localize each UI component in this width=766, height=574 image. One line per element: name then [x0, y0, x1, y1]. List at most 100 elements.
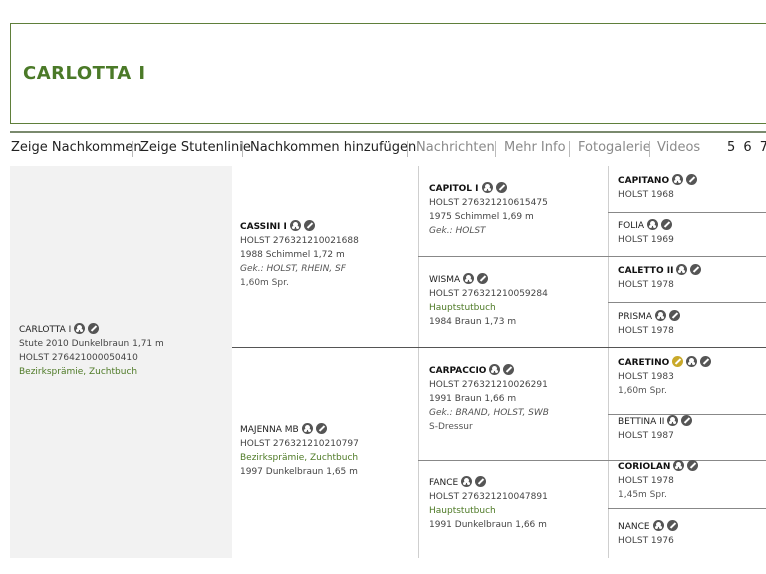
row-divider — [608, 302, 766, 303]
horse-name[interactable]: FANCE — [429, 478, 458, 488]
horse-info: HOLST 1987 — [618, 431, 674, 441]
edit-icon[interactable] — [315, 423, 327, 434]
edit-icon[interactable] — [686, 174, 698, 185]
family-icon[interactable] — [74, 323, 86, 334]
pedigree-tree: CARLOTTA I Stute 2010 Dunkelbraun 1,71 m… — [10, 166, 766, 558]
horse-status: Hauptstutbuch — [429, 303, 496, 313]
horse-name[interactable]: CARPACCIO — [429, 366, 486, 376]
horse-sport: 1,60m Spr. — [240, 278, 289, 288]
horse-entry-gg-2: FOLIA HOLST 1969 — [618, 219, 766, 247]
family-icon[interactable] — [652, 520, 664, 531]
horse-info: Stute 2010 Dunkelbraun 1,71 m — [19, 339, 164, 349]
horse-entry-gg-3: CALETTO II HOLST 1978 — [618, 264, 766, 292]
family-icon[interactable] — [676, 264, 688, 275]
edit-icon[interactable] — [666, 520, 678, 531]
tab-zeige-stutenlinie[interactable]: Zeige Stutenlinie — [140, 140, 251, 155]
tab-separator — [649, 141, 650, 157]
horse-status: Bezirksprämie, Zuchtbuch — [240, 453, 359, 463]
family-icon[interactable] — [289, 220, 301, 231]
sport-award-icon[interactable] — [672, 356, 684, 367]
edit-icon[interactable] — [503, 364, 515, 375]
tab-mehr-info[interactable]: Mehr Info — [504, 140, 566, 155]
horse-name[interactable]: PRISMA — [618, 312, 652, 322]
family-icon[interactable] — [463, 273, 475, 284]
horse-name[interactable]: CAPITOL I — [429, 184, 479, 194]
pagination[interactable]: 5 6 7 8 — [727, 140, 766, 155]
edit-icon[interactable] — [690, 264, 702, 275]
family-icon[interactable] — [654, 310, 666, 321]
horse-number: HOLST 276321210026291 — [429, 380, 548, 390]
horse-number: HOLST 276321210021688 — [240, 236, 359, 246]
title-box: CARLOTTA I — [10, 23, 766, 124]
edit-icon[interactable] — [700, 356, 712, 367]
horse-name[interactable]: CALETTO II — [618, 266, 673, 276]
horse-name[interactable]: FOLIA — [618, 221, 644, 231]
family-icon[interactable] — [686, 356, 698, 367]
tab-separator — [495, 141, 496, 157]
family-icon[interactable] — [481, 182, 493, 193]
family-icon[interactable] — [673, 460, 685, 471]
edit-icon[interactable] — [661, 219, 673, 230]
edit-icon[interactable] — [668, 310, 680, 321]
column-divider — [418, 166, 419, 558]
horse-info: HOLST 1969 — [618, 235, 674, 245]
horse-name[interactable]: MAJENNA MB — [240, 425, 299, 435]
horse-entry-gg-1: CAPITANO HOLST 1968 — [618, 174, 766, 202]
horse-number: HOLST 276321210615475 — [429, 198, 548, 208]
tab-separator — [242, 141, 243, 157]
horse-name[interactable]: CASSINI I — [240, 222, 287, 232]
edit-icon[interactable] — [495, 182, 507, 193]
tab-zeige-nachkommen[interactable]: Zeige Nachkommen — [11, 140, 142, 155]
horse-name[interactable]: CARLOTTA I — [19, 325, 71, 335]
edit-icon[interactable] — [687, 460, 699, 471]
horse-entry-sire-sire: CAPITOL I HOLST 276321210615475 1975 Sch… — [429, 182, 607, 238]
horse-entry-sire: CASSINI I HOLST 276321210021688 1988 Sch… — [240, 220, 416, 290]
horse-info: 1991 Braun 1,66 m — [429, 394, 517, 404]
horse-entry-gg-5: CARETINO HOLST 1983 1,60m Spr. — [618, 356, 766, 398]
horse-sport: 1,45m Spr. — [618, 490, 667, 500]
tab-fotogalerie[interactable]: Fotogalerie — [578, 140, 651, 155]
horse-name[interactable]: CARETINO — [618, 358, 669, 368]
edit-icon[interactable] — [477, 273, 489, 284]
tab-videos[interactable]: Videos — [657, 140, 700, 155]
horse-info: 1991 Dunkelbraun 1,66 m — [429, 520, 547, 530]
horse-entry-dam-sire: CARPACCIO HOLST 276321210026291 1991 Bra… — [429, 364, 607, 434]
horse-info: HOLST 1968 — [618, 190, 674, 200]
family-icon[interactable] — [672, 174, 684, 185]
tab-separator — [569, 141, 570, 157]
edit-icon[interactable] — [88, 323, 100, 334]
horse-number: HOLST 276321210210797 — [240, 439, 359, 449]
edit-icon[interactable] — [681, 415, 693, 426]
horse-status: Hauptstutbuch — [429, 506, 496, 516]
horse-info: HOLST 1978 — [618, 280, 674, 290]
edit-icon[interactable] — [475, 476, 487, 487]
horse-info: HOLST 1983 — [618, 372, 674, 382]
horse-entry-gg-8: NANCE HOLST 1976 — [618, 520, 766, 548]
horse-name[interactable]: BETTINA II — [618, 417, 664, 427]
tab-nachkommen-hinzufuegen[interactable]: Nachkommen hinzufügen — [250, 140, 416, 155]
horse-entry-gg-4: PRISMA HOLST 1978 — [618, 310, 766, 338]
horse-name[interactable]: CAPITANO — [618, 176, 669, 186]
family-icon[interactable] — [647, 219, 659, 230]
horse-info: 1988 Schimmel 1,72 m — [240, 250, 345, 260]
horse-breeds: Gek.: BRAND, HOLST, SWB — [429, 408, 549, 418]
horse-breeds: Gek.: HOLST, RHEIN, SF — [240, 264, 346, 274]
horse-name[interactable]: WISMA — [429, 275, 460, 285]
family-icon[interactable] — [301, 423, 313, 434]
row-divider — [608, 212, 766, 213]
edit-icon[interactable] — [303, 220, 315, 231]
horse-name[interactable]: NANCE — [618, 522, 650, 532]
tab-nachrichten[interactable]: Nachrichten — [416, 140, 495, 155]
horse-entry-main: CARLOTTA I Stute 2010 Dunkelbraun 1,71 m… — [19, 323, 229, 379]
row-divider — [232, 347, 766, 348]
horse-info: HOLST 1976 — [618, 536, 674, 546]
horse-entry-dam: MAJENNA MB HOLST 276321210210797 Bezirks… — [240, 423, 416, 479]
family-icon[interactable] — [489, 364, 501, 375]
horse-number: HOLST 276421000050410 — [19, 353, 138, 363]
family-icon[interactable] — [667, 415, 679, 426]
horse-name[interactable]: CORIOLAN — [618, 462, 670, 472]
horse-entry-dam-dam: FANCE HOLST 276321210047891 Hauptstutbuc… — [429, 476, 607, 532]
horse-number: HOLST 276321210047891 — [429, 492, 548, 502]
horse-breeds: Gek.: HOLST — [429, 226, 486, 236]
family-icon[interactable] — [461, 476, 473, 487]
